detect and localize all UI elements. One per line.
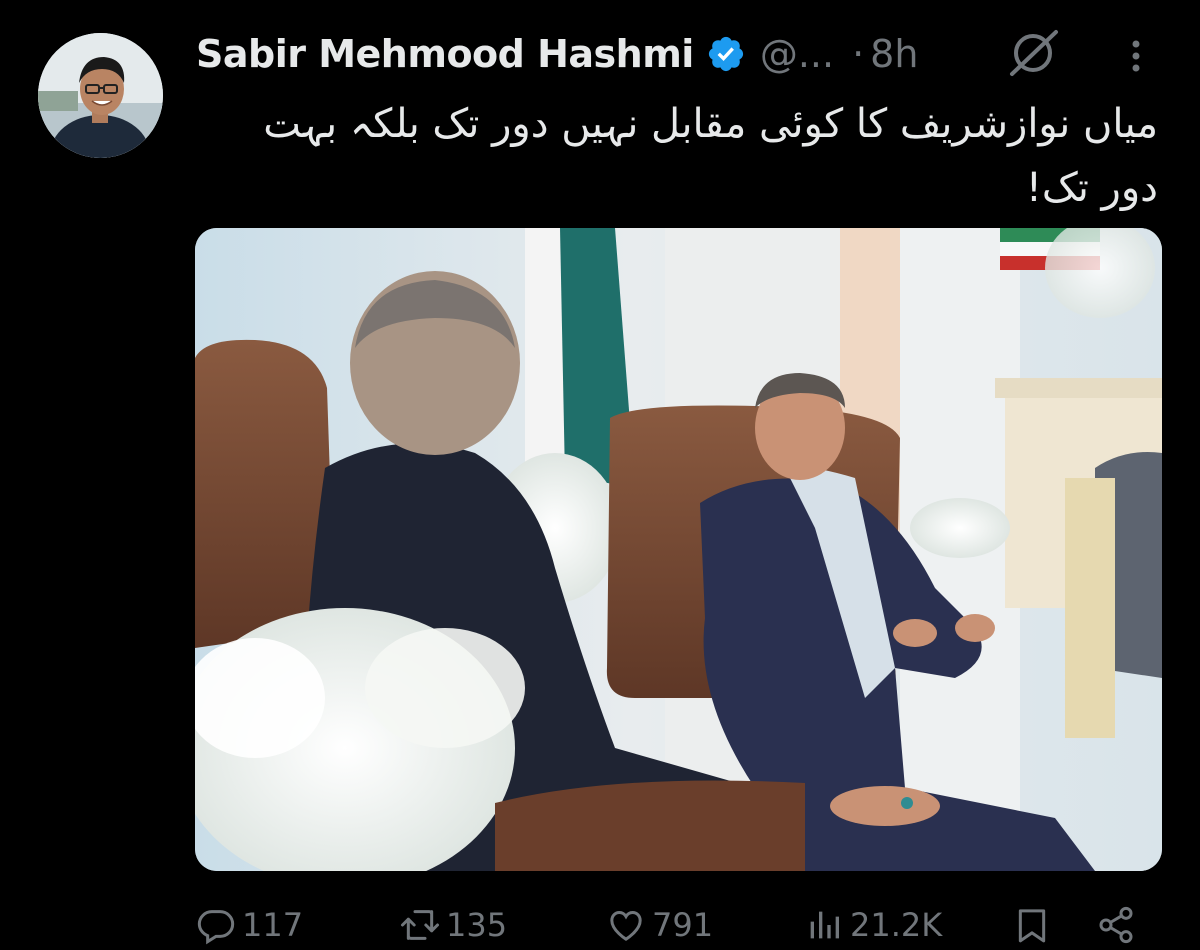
author-handle[interactable]: @... bbox=[760, 32, 834, 76]
grok-icon[interactable] bbox=[1006, 28, 1060, 78]
retweet-count: 135 bbox=[446, 906, 508, 944]
views-icon bbox=[810, 911, 839, 939]
bookmark-icon bbox=[1018, 909, 1046, 943]
like-button[interactable]: 791 bbox=[606, 905, 713, 945]
reply-button[interactable]: 117 bbox=[196, 905, 303, 945]
share-icon bbox=[1099, 906, 1133, 944]
tweet-header: Sabir Mehmood Hashmi @... · 8h bbox=[196, 26, 918, 82]
share-button[interactable] bbox=[1096, 905, 1142, 945]
verified-badge-icon[interactable] bbox=[706, 34, 746, 74]
separator-dot: · bbox=[852, 32, 865, 76]
avatar[interactable] bbox=[38, 33, 163, 158]
tweet-photo[interactable] bbox=[195, 228, 1162, 871]
reply-icon bbox=[197, 910, 235, 945]
like-icon bbox=[610, 910, 642, 941]
retweet-icon bbox=[401, 910, 439, 940]
author-name[interactable]: Sabir Mehmood Hashmi bbox=[196, 32, 694, 76]
more-vertical-icon[interactable] bbox=[1124, 36, 1148, 76]
like-count: 791 bbox=[652, 906, 714, 944]
tweet-time[interactable]: 8h bbox=[870, 32, 918, 76]
avatar-image bbox=[38, 33, 163, 158]
tweet-text: میاں نوازشریف کا کوئی مقابل نہیں دور تک … bbox=[263, 101, 1158, 211]
bookmark-button[interactable] bbox=[1012, 905, 1058, 945]
views-button[interactable]: 21.2K bbox=[804, 905, 942, 945]
tweet-action-bar: 117 135 791 21.2K bbox=[0, 905, 1200, 950]
views-count: 21.2K bbox=[850, 906, 943, 944]
retweet-button[interactable]: 135 bbox=[400, 905, 507, 945]
reply-count: 117 bbox=[242, 906, 304, 944]
